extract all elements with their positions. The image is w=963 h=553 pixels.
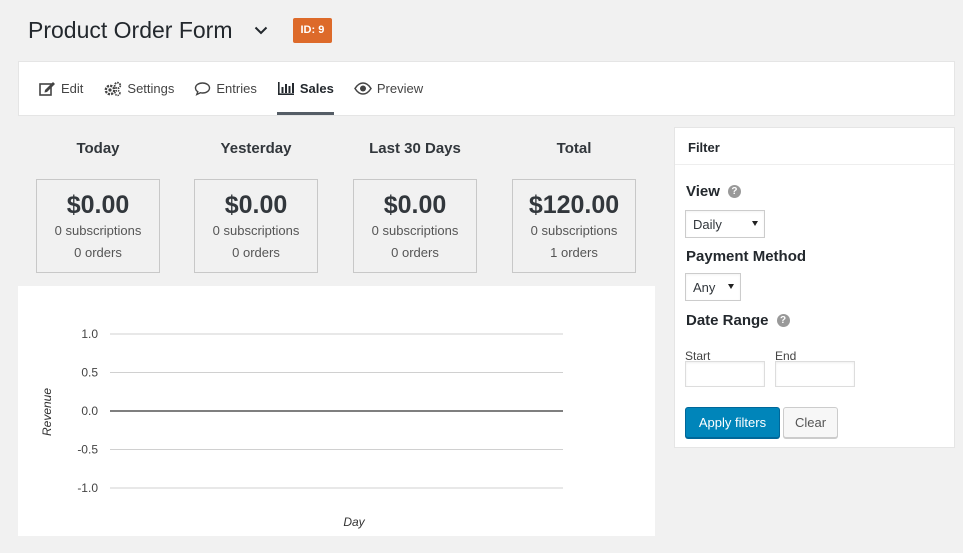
caret-down-icon <box>728 284 734 289</box>
chart-x-axis-label: Day <box>343 515 365 529</box>
view-select-value: Daily <box>693 216 722 232</box>
stat-orders: 0 orders <box>391 245 439 260</box>
tab-preview-label: Preview <box>376 81 424 96</box>
chart-y-tick-label: -0.5 <box>77 443 98 457</box>
stat-last-30-days: Last 30 Days $0.00 0 subscriptions 0 ord… <box>353 140 477 273</box>
stat-subscriptions: 0 subscriptions <box>212 223 300 238</box>
date-range-label-row: Date Range ? <box>686 312 790 329</box>
eye-icon <box>353 82 372 95</box>
stat-orders: 0 orders <box>232 245 280 260</box>
chart-y-tick-label: 0.5 <box>81 366 98 380</box>
date-range-label: Date Range <box>686 312 769 329</box>
stat-amount: $0.00 <box>224 191 288 219</box>
payment-method-label-row: Payment Method <box>686 248 806 265</box>
stat-label: Yesterday <box>220 140 292 157</box>
stat-total: Total $120.00 0 subscriptions 1 orders <box>512 140 636 273</box>
stat-card: $120.00 0 subscriptions 1 orders <box>512 179 636 273</box>
edit-icon <box>39 81 56 96</box>
help-icon[interactable]: ? <box>776 314 790 327</box>
tab-settings-label: Settings <box>127 81 175 96</box>
chart-y-axis-label: Revenue <box>40 388 54 436</box>
stat-yesterday: Yesterday $0.00 0 subscriptions 0 orders <box>194 140 318 273</box>
clear-button[interactable]: Clear <box>783 407 838 438</box>
caret-down-icon <box>752 221 758 226</box>
view-select[interactable]: Daily <box>685 210 765 238</box>
speech-bubble-icon <box>194 81 211 96</box>
chart-grid <box>110 333 563 489</box>
apply-filters-button[interactable]: Apply filters <box>685 407 780 438</box>
stat-label: Total <box>556 140 592 157</box>
stat-subscriptions: 0 subscriptions <box>54 223 142 238</box>
tab-preview[interactable]: Preview <box>353 62 424 115</box>
page-title: Product Order Form <box>28 16 233 43</box>
chart-y-tick-label: 0.0 <box>81 404 98 418</box>
stat-label: Last 30 Days <box>369 140 461 157</box>
stat-subscriptions: 0 subscriptions <box>530 223 618 238</box>
chart-y-tick-label: 1.0 <box>81 327 98 341</box>
stat-orders: 0 orders <box>74 245 122 260</box>
tab-sales-label: Sales <box>299 81 334 96</box>
stat-label: Today <box>76 140 120 157</box>
stat-amount: $0.00 <box>383 191 447 219</box>
stat-orders: 1 orders <box>550 245 598 260</box>
help-icon[interactable]: ? <box>727 185 741 198</box>
chevron-down-icon[interactable] <box>251 20 271 40</box>
stat-today: Today $0.00 0 subscriptions 0 orders <box>36 140 160 273</box>
chart-y-ticks: 1.0 0.5 0.0 -0.5 -1.0 <box>77 327 98 495</box>
payment-method-value: Any <box>693 279 716 295</box>
stat-amount: $120.00 <box>528 191 620 219</box>
filter-title: Filter <box>675 128 954 165</box>
filter-panel: Filter View ? Daily Payment Method Any D… <box>674 127 955 448</box>
chart-y-tick-label: -1.0 <box>77 481 98 495</box>
payment-method-label: Payment Method <box>686 248 807 265</box>
tab-entries[interactable]: Entries <box>194 62 257 115</box>
tab-edit-label: Edit <box>61 81 84 96</box>
tab-sales[interactable]: Sales <box>276 62 334 115</box>
view-label-row: View ? <box>686 183 741 200</box>
sales-chart-svg: 1.0 0.5 0.0 -0.5 -1.0 Day Revenue <box>40 327 563 529</box>
stat-card: $0.00 0 subscriptions 0 orders <box>36 179 160 273</box>
payment-method-select[interactable]: Any <box>685 273 741 301</box>
form-nav: Edit Settings Entries Sales Preview <box>18 61 955 116</box>
stat-subscriptions: 0 subscriptions <box>371 223 459 238</box>
stat-amount: $0.00 <box>66 191 130 219</box>
stat-card: $0.00 0 subscriptions 0 orders <box>194 179 318 273</box>
view-label: View <box>686 183 720 200</box>
stat-card: $0.00 0 subscriptions 0 orders <box>353 179 477 273</box>
tab-edit[interactable]: Edit <box>39 62 83 115</box>
end-date-input[interactable] <box>775 361 855 387</box>
page-header: Product Order Form ID: 9 <box>28 14 333 46</box>
bar-chart-icon <box>277 81 295 96</box>
tab-entries-label: Entries <box>216 81 257 96</box>
gears-icon <box>103 81 122 97</box>
form-id-badge: ID: 9 <box>292 17 333 43</box>
start-date-input[interactable] <box>685 361 765 387</box>
tab-settings[interactable]: Settings <box>103 62 174 115</box>
sales-chart: 1.0 0.5 0.0 -0.5 -1.0 Day Revenue <box>18 286 655 536</box>
